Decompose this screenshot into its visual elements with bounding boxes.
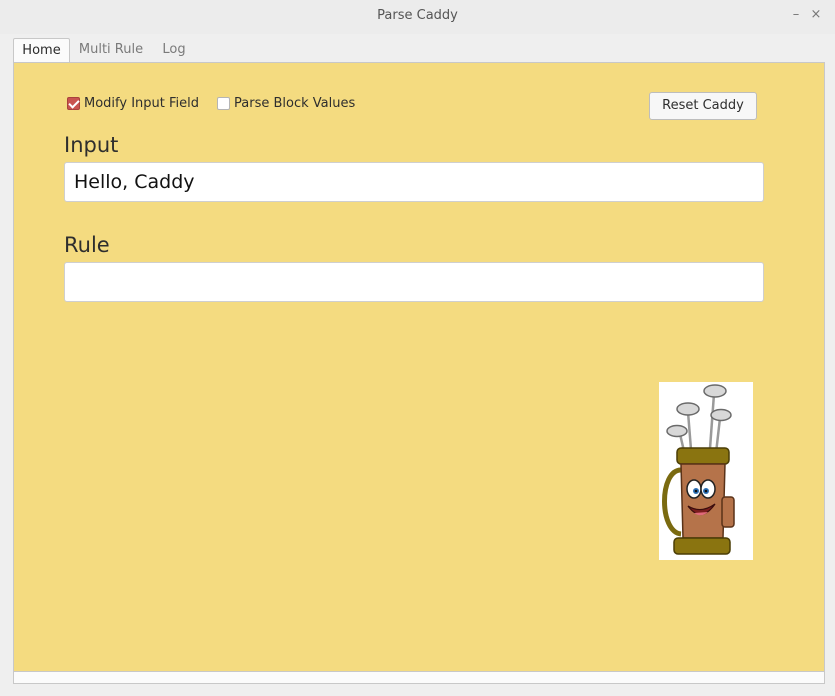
tab-log[interactable]: Log: [158, 38, 190, 62]
input-heading: Input: [64, 133, 119, 157]
modify-input-label[interactable]: Modify Input Field: [84, 96, 199, 111]
input-field[interactable]: Hello, Caddy: [64, 162, 764, 202]
modify-input-checkbox[interactable]: [67, 97, 80, 110]
tab-home[interactable]: Home: [13, 38, 70, 62]
close-icon[interactable]: ×: [808, 7, 824, 22]
rule-field[interactable]: [64, 262, 764, 302]
rule-heading: Rule: [64, 233, 110, 257]
window-title: Parse Caddy: [377, 8, 458, 23]
parse-block-label[interactable]: Parse Block Values: [234, 96, 355, 111]
status-strip: [13, 672, 825, 684]
home-panel: [13, 62, 825, 672]
title-bar: Parse Caddy – ×: [0, 0, 835, 34]
caddy-mascot-image: [659, 382, 753, 560]
parse-block-checkbox[interactable]: [217, 97, 230, 110]
tab-multi-rule[interactable]: Multi Rule: [76, 38, 146, 62]
reset-caddy-button[interactable]: Reset Caddy: [649, 92, 757, 120]
tab-bar: Home Multi Rule Log: [0, 34, 835, 62]
minimize-icon[interactable]: –: [788, 7, 804, 22]
